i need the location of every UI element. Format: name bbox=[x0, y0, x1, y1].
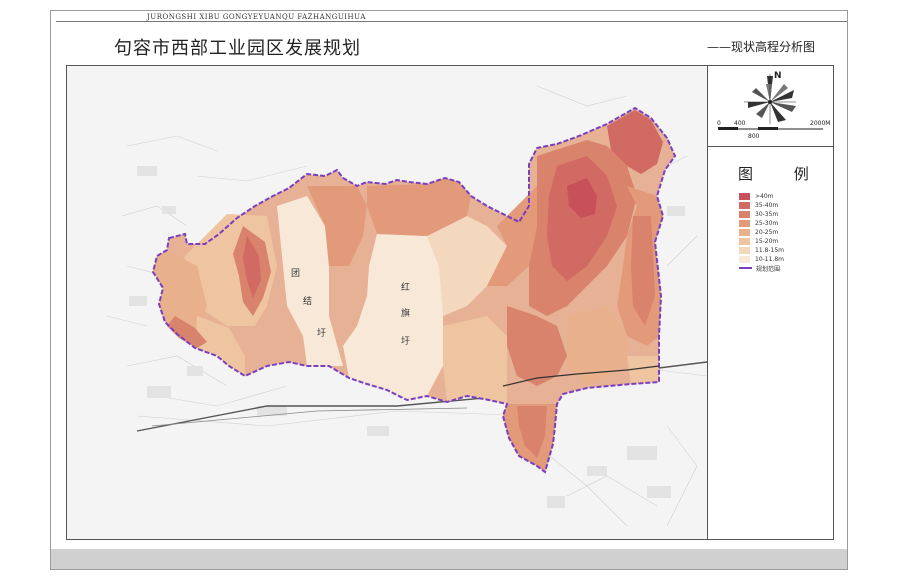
legend-swatch bbox=[739, 210, 750, 218]
boundary-line-swatch bbox=[739, 267, 752, 269]
legend-swatch bbox=[739, 201, 750, 209]
legend-label: 35-40m bbox=[755, 201, 779, 209]
legend-label: 规划范围 bbox=[756, 265, 781, 273]
legend-label: 20-25m bbox=[755, 228, 779, 236]
legend-label: 15-20m bbox=[755, 237, 779, 245]
legend-item: 20-25m bbox=[739, 228, 778, 236]
legend-swatch bbox=[739, 228, 750, 236]
scale-tick-2000: 2000M bbox=[810, 120, 830, 127]
legend-label: 11.8-15m bbox=[755, 246, 785, 254]
north-label: N bbox=[774, 71, 782, 81]
legend-label: 10-11.8m bbox=[755, 255, 785, 263]
legend-item: 11.8-15m bbox=[739, 246, 784, 254]
legend-item: 10-11.8m bbox=[739, 255, 784, 263]
header-rule bbox=[56, 21, 847, 22]
label-tuanjie-3: 圩 bbox=[317, 329, 327, 339]
compass-panel: N 0 400 800 2000M bbox=[708, 66, 833, 147]
scale-tick-0: 0 bbox=[717, 120, 721, 127]
wind-rose-icon: N 0 400 800 2000M bbox=[717, 71, 830, 140]
legend-item: 30-35m bbox=[739, 210, 778, 218]
label-hongqi-1: 红 bbox=[401, 283, 411, 293]
legend-swatch bbox=[739, 219, 750, 227]
legend-swatch bbox=[739, 192, 750, 200]
legend-title: 图 例 bbox=[738, 165, 827, 183]
footer-bar bbox=[51, 549, 847, 569]
legend-panel: 图 例 >40m 35-40m 30-35m 25-30m 20-25m 15-20m 11… bbox=[708, 147, 833, 539]
legend-label: 25-30m bbox=[755, 219, 779, 227]
scale-tick-400: 400 bbox=[734, 120, 746, 127]
label-tuanjie-2: 结 bbox=[303, 297, 313, 307]
legend-swatch bbox=[739, 237, 750, 245]
legend-item: >40m bbox=[739, 192, 774, 200]
legend-item: 15-20m bbox=[739, 237, 778, 245]
legend-label: >40m bbox=[755, 192, 774, 200]
project-subtitle-pinyin: JURONGSHI XIBU GONGYEYUANQU FAZHANGUIHUA bbox=[147, 13, 366, 21]
scale-tick-800: 800 bbox=[748, 133, 760, 140]
label-hongqi-2: 旗 bbox=[401, 309, 411, 319]
legend-item: 25-30m bbox=[739, 219, 778, 227]
legend-item-boundary: 规划范围 bbox=[739, 264, 781, 273]
map-name: ——现状高程分析图 bbox=[707, 40, 816, 54]
legend-swatch bbox=[739, 255, 750, 263]
label-hongqi-3: 圩 bbox=[401, 337, 411, 347]
map-canvas[interactable]: 团 结 圩 红 旗 圩 bbox=[67, 66, 707, 539]
legend-item: 35-40m bbox=[739, 201, 778, 209]
label-tuanjie-1: 团 bbox=[291, 269, 301, 279]
project-title: 句容市西部工业园区发展规划 bbox=[114, 38, 361, 59]
elevation-map bbox=[67, 66, 707, 539]
legend-label: 30-35m bbox=[755, 210, 779, 218]
legend-swatch bbox=[739, 246, 750, 254]
